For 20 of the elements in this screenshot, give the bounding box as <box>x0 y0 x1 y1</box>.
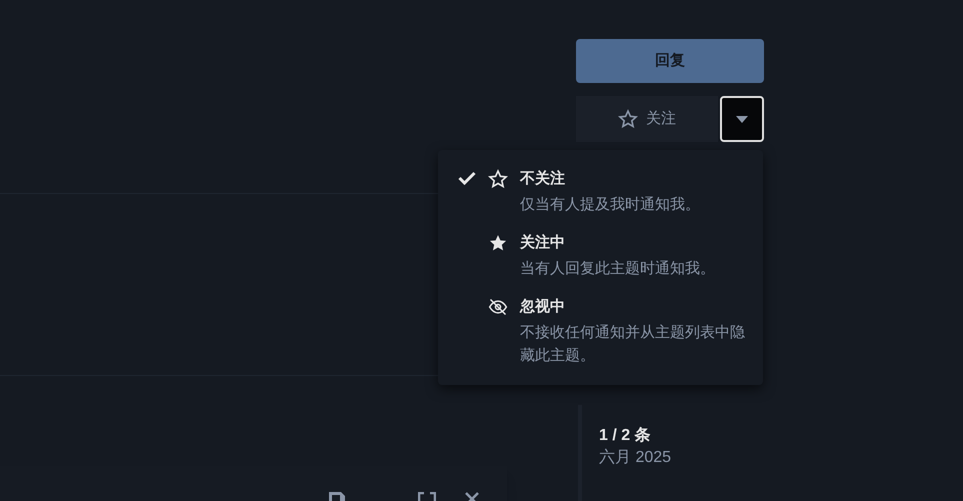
option-description: 当有人回复此主题时通知我。 <box>520 259 716 279</box>
caret-icon <box>736 116 748 122</box>
save-icon[interactable] <box>329 492 345 501</box>
expand-icon[interactable] <box>418 492 436 501</box>
option-description: 不接收任何通知并从主题列表中隐藏此主题。 <box>520 323 746 366</box>
notification-button[interactable]: 关注 <box>576 96 718 142</box>
post-position: 1 / 2 条 <box>599 426 652 446</box>
star-icon <box>618 109 638 129</box>
dropdown-toggle[interactable] <box>720 96 764 142</box>
option-title: 忽视中 <box>520 297 566 317</box>
option-title: 关注中 <box>520 233 566 253</box>
star-icon <box>488 169 508 189</box>
option-title: 不关注 <box>520 169 566 189</box>
close-icon[interactable] <box>465 492 479 501</box>
menu-item[interactable]: 关注中 当有人回复此主题时通知我。 <box>438 232 763 280</box>
star-icon <box>488 233 508 253</box>
post-date: 六月 2025 <box>599 448 672 468</box>
option-description: 仅当有人提及我时通知我。 <box>520 195 701 215</box>
menu-item[interactable]: 忽视中 不接收任何通知并从主题列表中隐藏此主题。 <box>438 296 763 367</box>
eye-slash-icon <box>488 297 508 317</box>
